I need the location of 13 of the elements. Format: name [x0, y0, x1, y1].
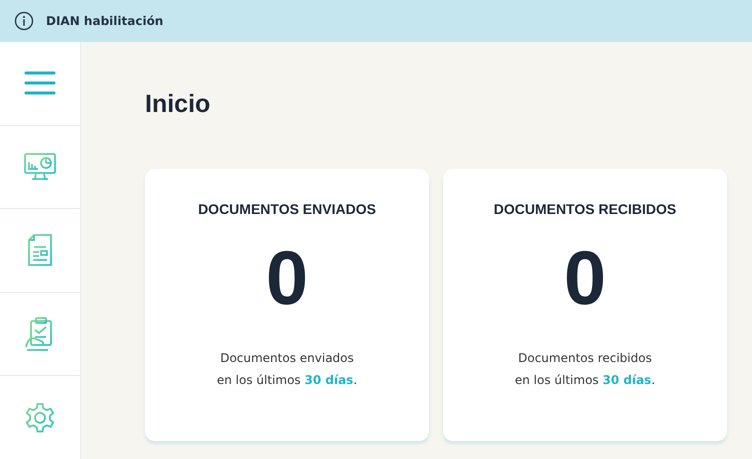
document-count: 0 [564, 241, 606, 317]
menu-icon[interactable] [24, 71, 56, 96]
card-title: DOCUMENTOS RECIBIDOS [494, 201, 676, 217]
card-description: Documentos recibidos en los últimos 30 días. [514, 350, 656, 389]
page-title: Inicio [145, 90, 212, 119]
document-icon[interactable] [27, 234, 53, 266]
settings-icon[interactable] [24, 402, 56, 434]
monitor-chart-icon[interactable] [24, 152, 56, 181]
app-title: DIAN habilitación [46, 14, 164, 28]
card-description: Documentos enviados en los últimos 30 días. [216, 350, 358, 389]
info-icon [14, 11, 34, 31]
document-count: 0 [266, 241, 308, 317]
card-title: DOCUMENTOS ENVIADOS [198, 201, 376, 217]
